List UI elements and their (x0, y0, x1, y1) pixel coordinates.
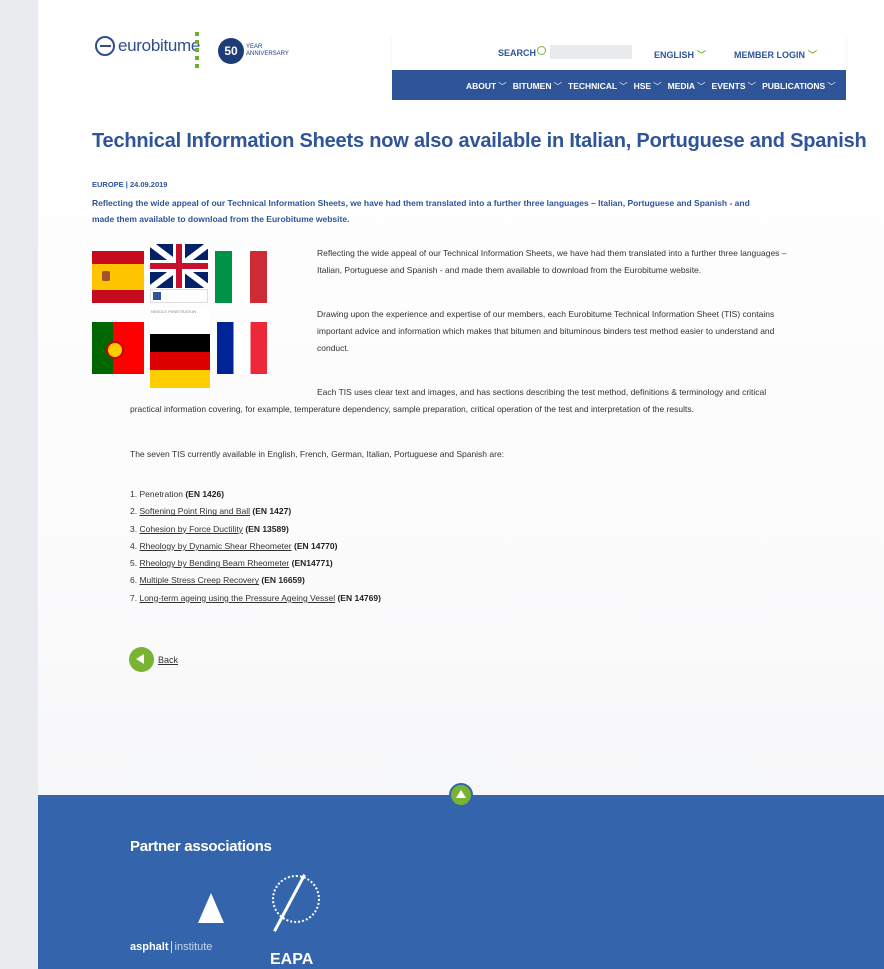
chevron-down-icon: ﹀ (619, 81, 628, 91)
italy-flag-icon (215, 251, 267, 303)
tis-list: 1. Penetration (EN 1426) 2. Softening Po… (130, 486, 381, 607)
search-label[interactable]: SEARCH (498, 48, 536, 58)
language-flags-image: NEEDLE PENETRATION (92, 244, 270, 390)
chevron-down-icon: ﹀ (553, 81, 562, 91)
nav-item-events[interactable]: EVENTS ﹀ (712, 80, 757, 92)
asphalt-label: asphalt (130, 941, 169, 953)
language-label: ENGLISH (654, 50, 695, 60)
eapa-logo[interactable]: EAPA (264, 871, 324, 969)
document-thumbnail (150, 289, 208, 303)
chevron-down-icon: ﹀ (827, 81, 836, 91)
back-button[interactable]: Back (129, 647, 178, 672)
tis-name: Penetration (139, 489, 183, 499)
chevron-down-icon: ﹀ (653, 81, 662, 91)
tis-link[interactable]: Cohesion by Force Ductility (139, 524, 242, 534)
paragraph-4: The seven TIS currently available in Eng… (130, 449, 505, 459)
nav-item-technical[interactable]: TECHNICAL ﹀ (568, 80, 628, 92)
paragraph-1: Reflecting the wide appeal of our Techni… (317, 248, 787, 275)
anniversary-line-1: YEAR (246, 44, 263, 50)
asphalt-institute-logo[interactable]: asphalt institute (130, 885, 232, 969)
chevron-down-icon: ﹀ (697, 50, 707, 60)
logo-text: eurobitume (118, 36, 201, 55)
article-lead: Reflecting the wide appeal of our Techni… (92, 198, 750, 224)
germany-flag-icon (150, 334, 210, 388)
portugal-flag-icon (92, 322, 144, 374)
star-ring-icon (272, 875, 320, 923)
uk-flag-icon (150, 244, 208, 288)
footer: Partner associations asphalt institute EA… (38, 795, 884, 969)
france-flag-icon (217, 322, 267, 374)
anniversary-number: 50 (218, 38, 244, 64)
list-item: 6. Multiple Stress Creep Recovery (EN 16… (130, 575, 305, 586)
tis-code: (EN14771) (291, 558, 333, 569)
nav-item-bitumen[interactable]: BITUMEN ﹀ (513, 80, 562, 92)
tis-code: (EN 1426) (185, 489, 225, 499)
tis-code: (EN 16659) (261, 575, 305, 586)
tis-link[interactable]: Softening Point Ring and Ball (139, 506, 250, 516)
member-login-label: MEMBER LOGIN (734, 50, 805, 60)
paragraph-3-line-2: practical information covering, for exam… (130, 404, 694, 414)
list-item: 7. Long-term ageing using the Pressure A… (130, 592, 381, 603)
tis-code: (EN 14769) (337, 592, 381, 603)
nav-item-media[interactable]: MEDIA ﹀ (668, 80, 706, 92)
tis-link[interactable]: Rheology by Dynamic Shear Rheometer (139, 541, 291, 551)
chevron-down-icon: ﹀ (747, 81, 757, 91)
main-navigation: ABOUT ﹀ BITUMEN ﹀ TECHNICAL ﹀ HSE ﹀ MEDIA ﹀ E… (392, 70, 846, 100)
anniversary-text: YEAR ANNIVERSARY (246, 44, 289, 58)
list-item: 3. Cohesion by Force Ductility (EN 13589… (130, 523, 289, 534)
spain-flag-icon (92, 251, 144, 303)
member-login-button[interactable]: MEMBER LOGIN ﹀ (734, 48, 817, 61)
institute-label: institute (170, 941, 213, 953)
anniversary-line-2: ANNIVERSARY (246, 51, 289, 57)
partners-heading: Partner associations (130, 838, 272, 855)
chevron-down-icon: ﹀ (697, 81, 706, 91)
tis-code: (EN 1427) (252, 506, 292, 517)
tis-code: (EN 13589) (245, 523, 289, 534)
list-item: 1. Penetration (EN 1426) (130, 489, 225, 499)
logo-divider (195, 32, 199, 72)
chevron-left-icon[interactable] (129, 647, 154, 672)
eurobitume-logo[interactable]: eurobitume (95, 36, 200, 56)
page-title: Technical Information Sheets now also av… (92, 130, 867, 152)
triangle-icon (198, 893, 224, 923)
top-utility-bar: SEARCH ENGLISH ﹀ MEMBER LOGIN ﹀ (392, 36, 846, 70)
logo-e-icon (95, 36, 115, 56)
nav-item-publications[interactable]: PUBLICATIONS ﹀ (762, 80, 836, 92)
back-label[interactable]: Back (158, 655, 178, 665)
tis-link[interactable]: Multiple Stress Creep Recovery (139, 575, 259, 585)
paragraph-3-line-1: Each TIS uses clear text and images, and… (317, 387, 767, 397)
anniversary-badge: 50 YEAR ANNIVERSARY (218, 38, 289, 64)
nav-item-about[interactable]: ABOUT ﹀ (466, 80, 507, 92)
search-icon[interactable] (537, 46, 546, 55)
eapa-label: EAPA (270, 951, 314, 968)
nav-item-hse[interactable]: HSE ﹀ (634, 80, 662, 92)
chevron-down-icon: ﹀ (498, 81, 507, 91)
list-item: 2. Softening Point Ring and Ball (EN 142… (130, 506, 292, 517)
tis-link[interactable]: Long-term ageing using the Pressure Agei… (139, 593, 335, 603)
list-item: 5. Rheology by Bending Beam Rheometer (E… (130, 558, 333, 569)
list-item: 4. Rheology by Dynamic Shear Rheometer (… (130, 540, 338, 551)
tis-code: (EN 14770) (293, 540, 338, 551)
article-meta: EUROPE | 24.09.2019 (92, 180, 168, 189)
language-selector[interactable]: ENGLISH ﹀ (654, 48, 706, 61)
tis-link[interactable]: Rheology by Bending Beam Rheometer (139, 558, 289, 568)
chevron-down-icon: ﹀ (808, 50, 818, 60)
search-input[interactable] (550, 45, 632, 59)
paragraph-2: Drawing upon the experience and expertis… (317, 309, 775, 353)
scroll-to-top-icon[interactable] (449, 783, 473, 807)
document-thumbnail-text: NEEDLE PENETRATION (150, 308, 210, 330)
